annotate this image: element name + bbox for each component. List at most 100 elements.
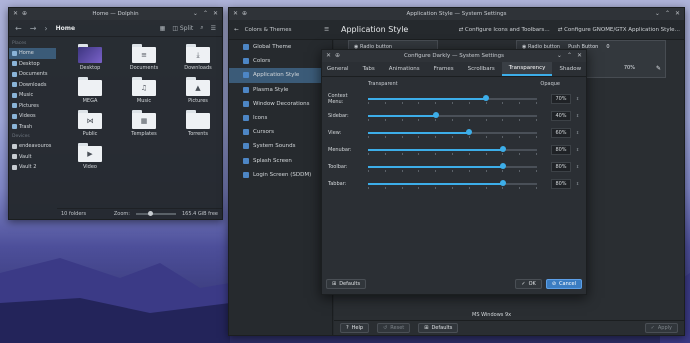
slider-value-field[interactable]: 60% bbox=[551, 127, 571, 138]
slider-handle[interactable] bbox=[500, 146, 507, 152]
minimize-icon[interactable]: ⌄ bbox=[655, 10, 660, 17]
transparency-slider[interactable] bbox=[368, 146, 537, 155]
places-item[interactable]: Documents bbox=[9, 69, 56, 80]
help-button[interactable]: ? Help bbox=[340, 323, 370, 333]
folder-item[interactable]: ▶ Video bbox=[63, 143, 117, 170]
folder-item[interactable]: ♫ Music bbox=[117, 77, 171, 104]
back-label[interactable]: Colors & Themes bbox=[245, 27, 292, 33]
spin-arrows-icon[interactable]: ⇕ bbox=[575, 147, 580, 152]
configure-icons-button[interactable]: ⇄ Configure Icons and Toolbars… bbox=[459, 27, 550, 33]
view-grid-icon[interactable]: ▦ bbox=[160, 25, 166, 32]
places-item[interactable]: Pictures bbox=[9, 101, 56, 112]
menu-icon[interactable]: ✕ bbox=[233, 10, 238, 17]
dialog-tab[interactable]: Transparency bbox=[501, 62, 553, 76]
settings-sidebar-item[interactable]: Icons bbox=[229, 111, 332, 125]
minimize-icon[interactable]: ⌄ bbox=[557, 52, 562, 59]
slider-handle[interactable] bbox=[500, 163, 507, 169]
folder-item[interactable]: ⤓ Downloads bbox=[171, 44, 225, 71]
dialog-tab[interactable]: Tabs bbox=[356, 62, 382, 76]
settings-sidebar-item[interactable]: Plasma Style bbox=[229, 83, 332, 97]
minimize-icon[interactable]: ⌄ bbox=[193, 10, 198, 17]
split-button[interactable]: ◫ Split bbox=[172, 25, 193, 32]
pin-icon[interactable]: ⊕ bbox=[22, 10, 27, 17]
transparency-slider[interactable] bbox=[368, 129, 537, 138]
pin-icon[interactable]: ⊕ bbox=[335, 52, 340, 59]
back-icon[interactable]: ← bbox=[234, 27, 239, 33]
maximize-icon[interactable]: ⌃ bbox=[203, 10, 208, 17]
places-item[interactable]: Trash bbox=[9, 122, 56, 133]
places-item[interactable]: Home bbox=[9, 48, 56, 59]
places-item[interactable]: Music bbox=[9, 90, 56, 101]
dialog-tab[interactable]: Shadow bbox=[552, 62, 588, 76]
spin-arrows-icon[interactable]: ⇕ bbox=[575, 164, 580, 169]
settings-sidebar-item[interactable]: Application Style bbox=[229, 68, 332, 83]
dialog-tab[interactable]: Animations bbox=[382, 62, 427, 76]
settings-sidebar-item[interactable]: System Sounds bbox=[229, 139, 332, 153]
drive-icon bbox=[12, 143, 17, 149]
device-item[interactable]: Vault 2 bbox=[9, 162, 56, 173]
cancel-button[interactable]: ⊘ Cancel bbox=[545, 278, 582, 289]
transparency-slider[interactable] bbox=[368, 95, 537, 104]
spin-arrows-icon[interactable]: ⇕ bbox=[575, 96, 580, 101]
slider-value-field[interactable]: 40% bbox=[551, 110, 571, 121]
zoom-slider[interactable] bbox=[135, 211, 176, 216]
maximize-icon[interactable]: ⌃ bbox=[567, 52, 572, 59]
settings-sidebar-item[interactable]: Window Decorations bbox=[229, 97, 332, 111]
close-icon[interactable]: ✕ bbox=[577, 52, 582, 59]
apply-button[interactable]: ✓ Apply bbox=[644, 323, 678, 333]
menu-icon[interactable]: ✕ bbox=[326, 52, 331, 59]
transparency-slider[interactable] bbox=[368, 112, 537, 121]
defaults-button[interactable]: ⊞ Defaults bbox=[418, 323, 459, 333]
slider-handle[interactable] bbox=[466, 129, 473, 135]
close-icon[interactable]: ✕ bbox=[675, 10, 680, 17]
edit-icon[interactable]: ✎ bbox=[656, 65, 661, 72]
dialog-defaults-button[interactable]: ⊞ Defaults bbox=[326, 278, 367, 289]
folder-item[interactable]: ▦ Templates bbox=[117, 110, 171, 137]
settings-sidebar-item[interactable]: Global Theme bbox=[229, 40, 332, 54]
folder-item[interactable]: ▲ Pictures bbox=[171, 77, 225, 104]
hamburger-menu-icon[interactable]: ☰ bbox=[324, 27, 333, 33]
places-item[interactable]: Videos bbox=[9, 111, 56, 122]
close-icon[interactable]: ✕ bbox=[213, 10, 218, 17]
dialog-tab[interactable]: Frames bbox=[427, 62, 461, 76]
slider-value-field[interactable]: 80% bbox=[551, 161, 571, 172]
slider-value-field[interactable]: 80% bbox=[551, 144, 571, 155]
dialog-tab[interactable]: Scrollbars bbox=[461, 62, 502, 76]
folder-item[interactable]: Torrents bbox=[171, 110, 225, 137]
spin-arrows-icon[interactable]: ⇕ bbox=[575, 181, 580, 186]
places-item[interactable]: Desktop bbox=[9, 59, 56, 70]
ok-button[interactable]: ✓ OK bbox=[515, 278, 542, 289]
back-arrow-icon[interactable]: ← bbox=[15, 24, 22, 33]
maximize-icon[interactable]: ⌃ bbox=[665, 10, 670, 17]
reset-button[interactable]: ↺ Reset bbox=[377, 323, 411, 333]
spin-arrows-icon[interactable]: ⇕ bbox=[575, 130, 580, 135]
folder-item[interactable]: ⋈ Public bbox=[63, 110, 117, 137]
folder-item[interactable]: MEGA bbox=[63, 77, 117, 104]
configure-gtk-button[interactable]: ⇄ Configure GNOME/GTX Application Style… bbox=[558, 27, 680, 33]
forward-arrow-icon[interactable]: → bbox=[30, 24, 37, 33]
spin-arrows-icon[interactable]: ⇕ bbox=[575, 113, 580, 118]
slider-handle[interactable] bbox=[500, 180, 507, 186]
menu-icon[interactable]: ✕ bbox=[13, 10, 18, 17]
places-item[interactable]: Downloads bbox=[9, 80, 56, 91]
slider-handle[interactable] bbox=[432, 112, 439, 118]
slider-handle[interactable] bbox=[483, 95, 490, 101]
folder-glyph: ▦ bbox=[132, 113, 156, 129]
settings-sidebar-item[interactable]: Login Screen (SDDM) bbox=[229, 168, 332, 182]
transparency-slider[interactable] bbox=[368, 163, 537, 172]
breadcrumb[interactable]: Home bbox=[56, 25, 75, 32]
folder-item[interactable]: ≡ Documents bbox=[117, 44, 171, 71]
device-item[interactable]: Vault bbox=[9, 152, 56, 163]
folder-item[interactable]: Desktop bbox=[63, 44, 117, 71]
device-item[interactable]: endeavouros bbox=[9, 141, 56, 152]
pin-icon[interactable]: ⊕ bbox=[242, 10, 247, 17]
dialog-tab[interactable]: General bbox=[320, 62, 356, 76]
slider-value-field[interactable]: 70% bbox=[551, 93, 571, 104]
settings-sidebar-item[interactable]: Splash Screen bbox=[229, 154, 332, 168]
search-icon[interactable]: ⌕ bbox=[200, 24, 203, 32]
slider-value-field[interactable]: 80% bbox=[551, 178, 571, 189]
settings-sidebar-item[interactable]: Cursors bbox=[229, 125, 332, 139]
settings-sidebar-item[interactable]: Colors bbox=[229, 54, 332, 68]
transparency-slider[interactable] bbox=[368, 180, 537, 189]
hamburger-menu-icon[interactable]: ☰ bbox=[211, 25, 216, 32]
